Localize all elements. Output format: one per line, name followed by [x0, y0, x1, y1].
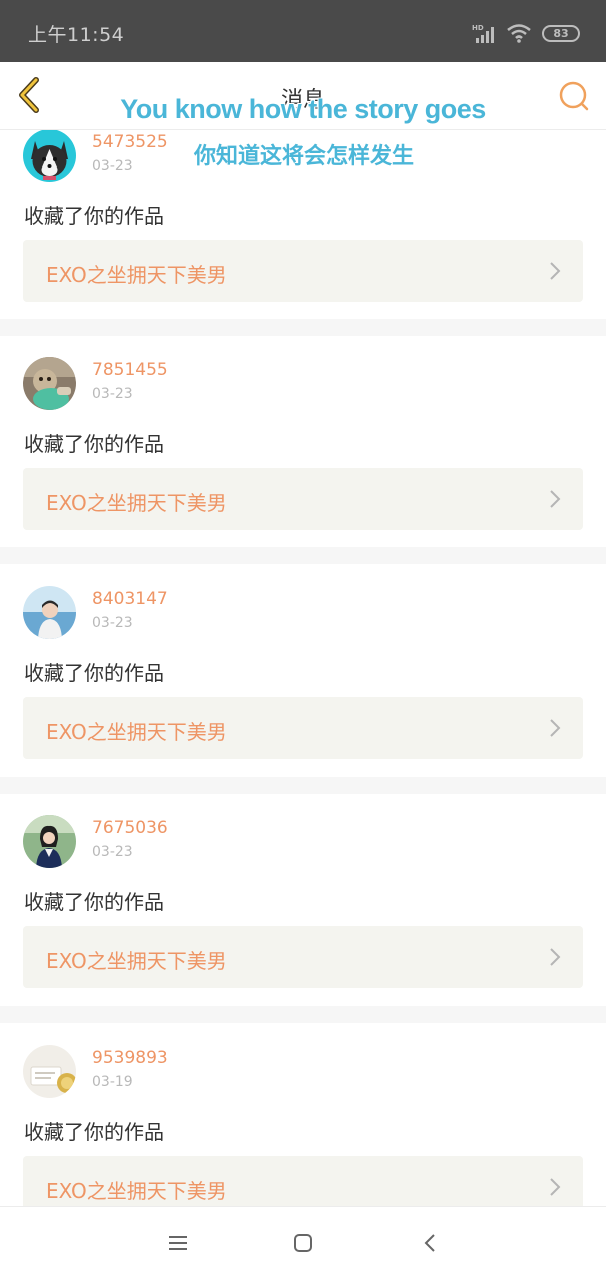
work-link[interactable]: EXO之坐拥天下美男: [23, 240, 583, 302]
avatar[interactable]: [23, 1045, 76, 1098]
system-back-button[interactable]: [419, 1231, 443, 1255]
timestamp: 03-19: [92, 1074, 133, 1090]
notification-card: 7851455 03-23 收藏了你的作品 EXO之坐拥天下美男: [0, 357, 606, 569]
home-button[interactable]: [291, 1231, 315, 1255]
work-title: EXO之坐拥天下美男: [46, 491, 227, 515]
work-link[interactable]: EXO之坐拥天下美男: [23, 926, 583, 988]
action-text: 收藏了你的作品: [24, 1120, 164, 1144]
work-title: EXO之坐拥天下美男: [46, 1179, 227, 1203]
username[interactable]: 8403147: [92, 589, 168, 609]
chevron-right-icon: [550, 490, 561, 508]
system-navigation-bar: [0, 1206, 606, 1280]
wifi-icon: [507, 24, 531, 43]
section-divider: [0, 777, 606, 794]
signal-icon: HD: [472, 24, 494, 43]
action-text: 收藏了你的作品: [24, 890, 164, 914]
network-label: HD: [472, 24, 484, 32]
chevron-right-icon: [550, 1178, 561, 1196]
overlay-caption-chinese: 你知道这将会怎样发生: [193, 144, 414, 169]
username[interactable]: 7851455: [92, 360, 168, 380]
action-text: 收藏了你的作品: [24, 204, 164, 228]
username[interactable]: 9539893: [92, 1048, 168, 1068]
menu-button[interactable]: [166, 1231, 190, 1255]
battery-indicator: 83: [542, 24, 580, 42]
status-icons: HD 83: [472, 22, 580, 44]
section-divider: [0, 319, 606, 336]
notification-card: 9539893 03-19 收藏了你的作品 EXO之坐拥天下美男: [0, 1045, 606, 1206]
back-icon: [424, 1234, 435, 1252]
notification-feed: 5473525 03-23 收藏了你的作品 EXO之坐拥天下美男 7851455…: [0, 0, 606, 1206]
work-link[interactable]: EXO之坐拥天下美男: [23, 468, 583, 530]
home-icon: [294, 1234, 312, 1252]
section-divider: [0, 1006, 606, 1023]
work-title: EXO之坐拥天下美男: [46, 720, 227, 744]
section-divider: [0, 547, 606, 564]
work-title: EXO之坐拥天下美男: [46, 949, 227, 973]
menu-icon: [169, 1236, 187, 1250]
work-link[interactable]: EXO之坐拥天下美男: [23, 1156, 583, 1206]
notification-card: 7675036 03-23 收藏了你的作品 EXO之坐拥天下美男: [0, 815, 606, 1027]
status-time: 上午11:54: [28, 24, 125, 46]
work-title: EXO之坐拥天下美男: [46, 263, 227, 287]
avatar[interactable]: [23, 815, 76, 868]
avatar[interactable]: [23, 357, 76, 410]
overlay-caption-english: You know how the story goes: [120, 94, 486, 124]
timestamp: 03-23: [92, 386, 133, 402]
status-bar: 上午11:54 HD 83: [0, 0, 606, 62]
avatar[interactable]: [23, 586, 76, 639]
chevron-right-icon: [550, 948, 561, 966]
work-link[interactable]: EXO之坐拥天下美男: [23, 697, 583, 759]
action-text: 收藏了你的作品: [24, 432, 164, 456]
action-text: 收藏了你的作品: [24, 661, 164, 685]
chevron-right-icon: [550, 262, 561, 280]
notification-card: 8403147 03-23 收藏了你的作品 EXO之坐拥天下美男: [0, 586, 606, 798]
timestamp: 03-23: [92, 615, 133, 631]
timestamp: 03-23: [92, 844, 133, 860]
username[interactable]: 7675036: [92, 818, 168, 838]
chevron-right-icon: [550, 719, 561, 737]
